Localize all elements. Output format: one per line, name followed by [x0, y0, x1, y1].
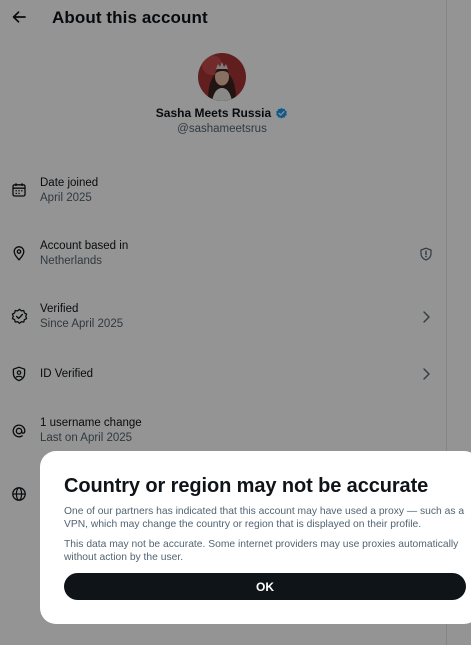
accuracy-warning-dialog: Country or region may not be accurate On… — [40, 451, 471, 624]
dialog-title: Country or region may not be accurate — [64, 475, 429, 497]
dialog-note-text: This data may not be accurate. Some inte… — [64, 539, 459, 563]
dialog-body-text: One of our partners has indicated that t… — [64, 506, 465, 530]
ok-button[interactable]: OK — [64, 573, 466, 600]
